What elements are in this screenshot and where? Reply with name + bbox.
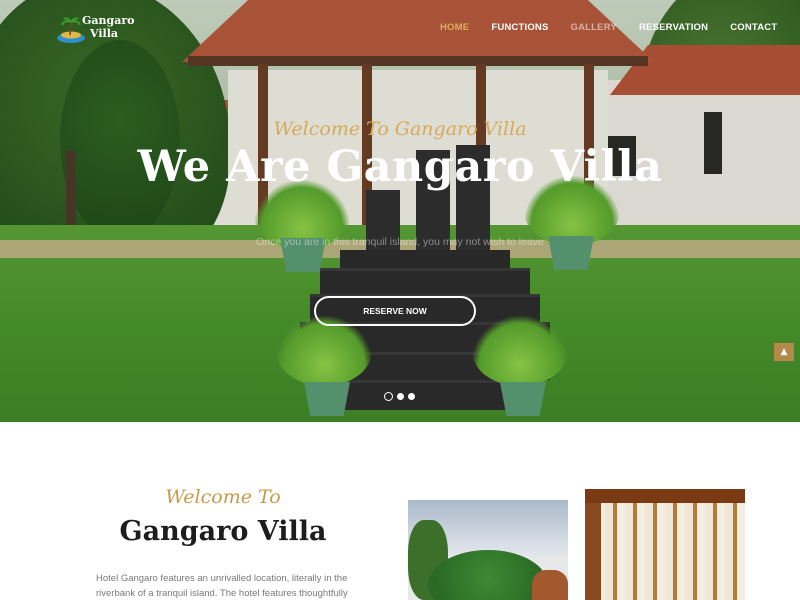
gallery-photo-garden[interactable] [408, 500, 568, 600]
reserve-now-button[interactable]: RESERVE NOW [314, 296, 476, 326]
hero-banner: Gangaro Villa HOME FUNCTIONS GALLERY RES… [0, 0, 800, 422]
main-nav: HOME FUNCTIONS GALLERY RESERVATION CONTA… [440, 22, 777, 33]
gallery-photo-interior[interactable] [585, 489, 745, 600]
scroll-top-button[interactable]: ▲ [774, 343, 794, 361]
slider-dot[interactable] [384, 392, 393, 401]
slider-dots [384, 392, 415, 401]
nav-item-gallery[interactable]: GALLERY [571, 22, 617, 33]
photo-hut-roof [532, 570, 568, 600]
logo-line-1: Gangaro [82, 14, 135, 27]
nav-item-reservation[interactable]: RESERVATION [639, 22, 708, 33]
nav-item-contact[interactable]: CONTACT [730, 22, 777, 33]
hero-overlay [0, 0, 800, 422]
chevron-up-icon: ▲ [780, 347, 788, 357]
site-logo-text: Gangaro Villa [82, 14, 134, 40]
welcome-text: Hotel Gangaro features an unrivalled loc… [96, 573, 348, 599]
welcome-title: Gangaro Villa [119, 516, 327, 547]
hero-kicker: Welcome To Gangaro Villa [273, 118, 527, 140]
photo-beam [585, 489, 745, 503]
nav-item-home[interactable]: HOME [440, 22, 469, 33]
hero-title: We Are Gangaro Villa [137, 142, 663, 192]
site-logo[interactable]: Gangaro Villa [56, 10, 136, 46]
photo-wall [585, 503, 601, 600]
welcome-kicker: Welcome To [165, 486, 281, 508]
slider-dot[interactable] [408, 393, 415, 400]
logo-line-2: Villa [90, 27, 119, 40]
hero-subtitle: Once you are in this tranquil island, yo… [256, 236, 544, 248]
slider-dot[interactable] [397, 393, 404, 400]
nav-item-functions[interactable]: FUNCTIONS [491, 22, 548, 33]
